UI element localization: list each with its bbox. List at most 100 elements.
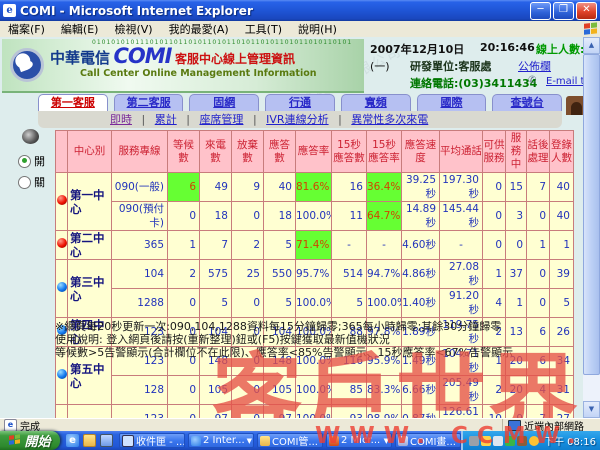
menu-favorites[interactable]: 我的最愛(A) (161, 21, 237, 37)
taskbar-button[interactable]: 收件匣 - ... (119, 433, 185, 448)
menu-help[interactable]: 說明(H) (290, 21, 345, 37)
tab-fixed-network[interactable]: 固網 (189, 94, 259, 112)
data-cell: 5 (264, 289, 296, 318)
scrollbar-thumb[interactable] (583, 54, 600, 375)
data-cell: 104 (112, 260, 168, 289)
data-cell: 145.44秒 (440, 202, 483, 231)
data-cell: 365 (112, 231, 168, 260)
brand-name: 中華電信 (50, 49, 110, 67)
taskbar-button[interactable]: 2 Inter...▼ (188, 433, 254, 448)
subnav-cumulative[interactable]: 累計 (155, 113, 177, 126)
data-cell: 0 (232, 289, 264, 318)
data-cell: 575 (200, 260, 232, 289)
app-title: 客服中心線上管理資訊 (175, 52, 295, 66)
data-cell: 5 (332, 289, 367, 318)
start-button[interactable]: 開始 (0, 431, 60, 450)
minimize-button[interactable]: ─ (530, 2, 551, 20)
column-header: 等候數 (168, 131, 200, 173)
sound-on-radio[interactable] (18, 155, 31, 168)
data-cell: 40 (264, 173, 296, 202)
windows-flag-icon (584, 22, 598, 36)
service-tabs: 第一客服 第二客服 固網 行通 寬頻 國際 查號台 (38, 94, 562, 112)
data-cell: 1 (550, 231, 574, 260)
session-info: 2007年12月10日 20:16:46 線上人數:10 (一) 研發單位:客服… (368, 41, 580, 91)
data-cell: 550 (264, 260, 296, 289)
menu-view[interactable]: 檢視(V) (106, 21, 160, 37)
data-cell: 0 (527, 289, 550, 318)
status-dot-cell (56, 173, 68, 231)
ie-icon (191, 436, 201, 446)
subnav-ivr-analysis[interactable]: IVR連線分析 (266, 113, 328, 126)
tab-broadband[interactable]: 寬頻 (341, 94, 411, 112)
data-cell: 1.40秒 (402, 289, 440, 318)
data-cell: 5 (264, 231, 296, 260)
column-header: 中心別 (68, 131, 112, 173)
subnav-agent-mgmt[interactable]: 座席管理 (199, 113, 243, 126)
phone-icon: ✆ (528, 75, 536, 86)
data-cell: 7 (200, 231, 232, 260)
subnav-abnormal-calls[interactable]: 異常性多次來電 (351, 113, 428, 126)
status-dot-cell (56, 231, 68, 260)
separator: | (338, 113, 342, 126)
mail-quicklaunch-icon[interactable] (100, 434, 113, 447)
data-cell: 27.08秒 (440, 260, 483, 289)
menu-edit[interactable]: 編輯(E) (53, 21, 107, 37)
column-header: 應答率 (296, 131, 332, 173)
data-cell: 2 (168, 260, 200, 289)
folder-quicklaunch-icon[interactable] (83, 434, 96, 447)
column-header: 來電數 (200, 131, 232, 173)
tab-second-service[interactable]: 第二客服 (114, 94, 184, 112)
vertical-scrollbar: ▲ ▼ (583, 37, 600, 418)
data-cell: - (332, 231, 367, 260)
menu-tools[interactable]: 工具(T) (237, 21, 290, 37)
close-button[interactable]: ✕ (576, 2, 597, 20)
data-cell: 0 (232, 202, 264, 231)
column-header: 應答速度 (402, 131, 440, 173)
bulletin-board-link[interactable]: 公佈欄 (518, 58, 551, 74)
column-header (56, 131, 68, 173)
data-cell: 25 (232, 260, 264, 289)
data-cell: 5 (200, 289, 232, 318)
data-cell: 11 (332, 202, 367, 231)
data-cell: 0 (168, 202, 200, 231)
tab-mobile[interactable]: 行通 (265, 94, 335, 112)
data-cell: 14.89秒 (402, 202, 440, 231)
taskbar-button[interactable]: COMI管... (257, 433, 323, 448)
tab-directory[interactable]: 查號台 (492, 94, 562, 112)
table-row: 第二中心365172571.4%--4.60秒-0011 (56, 231, 574, 260)
folder-icon (260, 436, 270, 446)
chunghwa-telecom-logo (10, 48, 44, 82)
red-status-icon (57, 195, 67, 205)
sound-off-radio[interactable] (18, 176, 31, 189)
data-cell: 3 (506, 202, 527, 231)
current-time: 20:16:46 (480, 41, 535, 54)
separator: | (253, 113, 257, 126)
table-row: 第一中心090(一般)64994081.6%1636.4%39.25秒197.3… (56, 173, 574, 202)
scroll-up-button[interactable]: ▲ (583, 37, 600, 54)
data-cell: 37 (506, 260, 527, 289)
data-cell: 2 (232, 231, 264, 260)
data-cell: 090(一般) (112, 173, 168, 202)
scroll-down-button[interactable]: ▼ (583, 401, 600, 418)
data-cell: 15 (506, 173, 527, 202)
column-header: 15秒應答率 (367, 131, 402, 173)
restore-button[interactable]: ❐ (553, 2, 574, 20)
data-cell: 91.20秒 (440, 289, 483, 318)
menu-file[interactable]: 檔案(F) (0, 21, 53, 37)
separator: | (142, 113, 146, 126)
data-cell: 1 (168, 231, 200, 260)
data-cell: - (440, 231, 483, 260)
data-cell: - (367, 231, 402, 260)
data-cell: 5 (550, 289, 574, 318)
data-cell: 49 (200, 173, 232, 202)
tab-international[interactable]: 國際 (417, 94, 487, 112)
data-cell: 0 (483, 173, 506, 202)
data-cell: 0 (483, 202, 506, 231)
data-cell: 9 (232, 173, 264, 202)
ie-quicklaunch-icon[interactable]: e (66, 434, 79, 447)
mail-icon (122, 435, 134, 447)
separator: | (186, 113, 190, 126)
tab-first-service[interactable]: 第一客服 (38, 94, 108, 112)
subnav-realtime[interactable]: 即時 (110, 113, 132, 126)
report-table-head-row: 中心別服務專線等候數來電數放棄數應答數應答率15秒應答數15秒應答率應答速度平均… (56, 131, 574, 173)
